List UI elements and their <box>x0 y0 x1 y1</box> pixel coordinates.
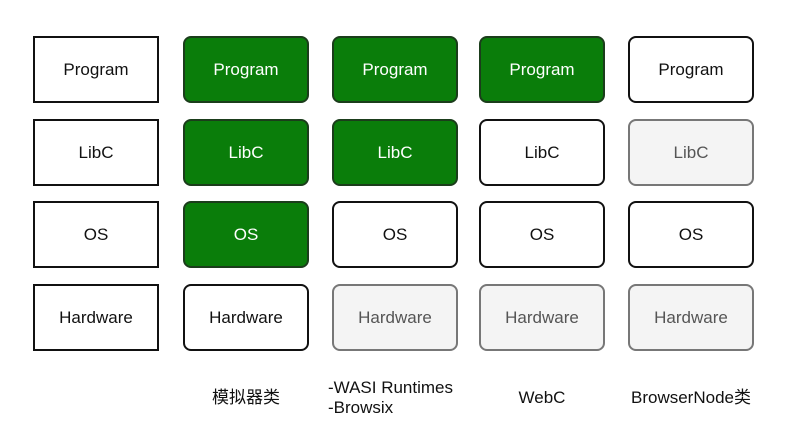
layer-box-baseline-program: Program <box>33 36 159 103</box>
column-label-line: -WASI Runtimes <box>328 378 454 397</box>
layer-box-emulator-libc: LibC <box>183 119 309 186</box>
layer-box-browsernode-os: OS <box>628 201 754 268</box>
layer-box-emulator-hardware: Hardware <box>183 284 309 351</box>
layer-box-emulator-os: OS <box>183 201 309 268</box>
layer-box-baseline-os: OS <box>33 201 159 268</box>
layer-box-baseline-libc: LibC <box>33 119 159 186</box>
column-label-line: BrowserNode类 <box>631 388 751 407</box>
layer-box-webc-libc: LibC <box>479 119 605 186</box>
layer-box-webc-os: OS <box>479 201 605 268</box>
column-label-line: WebC <box>518 388 566 407</box>
layer-box-wasi-hardware: Hardware <box>332 284 458 351</box>
layer-box-webc-program: Program <box>479 36 605 103</box>
layer-box-wasi-program: Program <box>332 36 458 103</box>
layer-box-wasi-os: OS <box>332 201 458 268</box>
column-label-line: 模拟器类 <box>212 388 280 407</box>
layer-box-emulator-program: Program <box>183 36 309 103</box>
layer-box-baseline-hardware: Hardware <box>33 284 159 351</box>
column-label-wasi: -WASI Runtimes -Browsix <box>328 378 453 418</box>
layer-box-browsernode-program: Program <box>628 36 754 103</box>
layer-box-wasi-libc: LibC <box>332 119 458 186</box>
layer-box-browsernode-hardware: Hardware <box>628 284 754 351</box>
layer-box-webc-hardware: Hardware <box>479 284 605 351</box>
column-label-browsernode: BrowserNode类 <box>608 388 774 408</box>
column-label-line: -Browsix <box>328 398 394 417</box>
column-label-webc: WebC <box>459 388 625 408</box>
column-label-emulator: 模拟器类 <box>163 388 329 408</box>
layer-box-browsernode-libc: LibC <box>628 119 754 186</box>
